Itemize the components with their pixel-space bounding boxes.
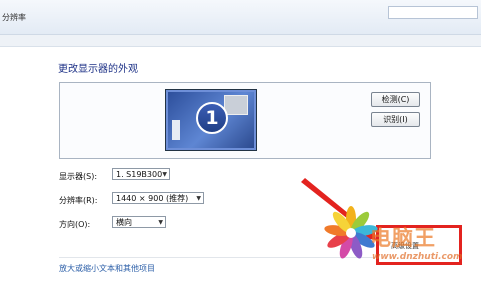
watermark-text: 电脑王 (370, 226, 436, 250)
watermark-url: www.dnzhuti.com (372, 252, 463, 262)
